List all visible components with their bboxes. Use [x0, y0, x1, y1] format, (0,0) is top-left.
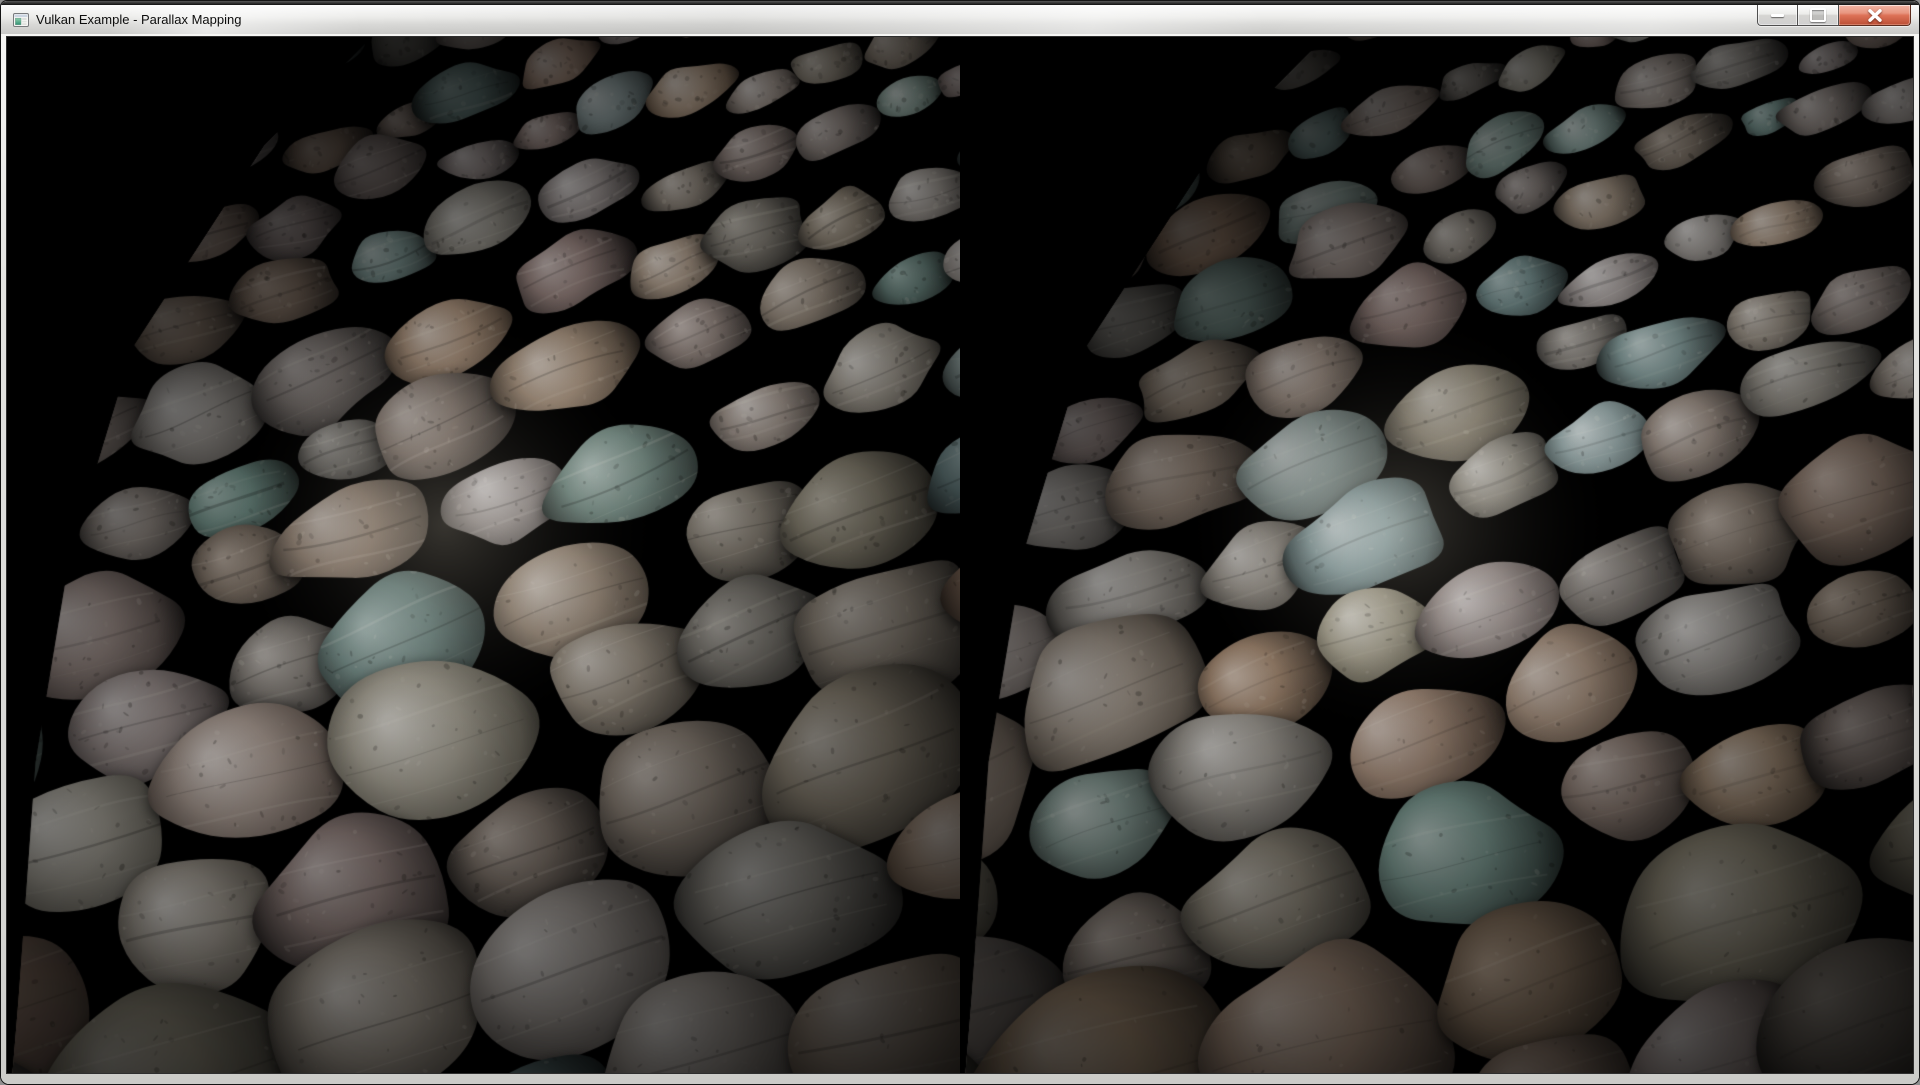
render-area	[6, 36, 1914, 1074]
titlebar-caption: Vulkan Example - Parallax Mapping	[1, 5, 241, 34]
window-title: Vulkan Example - Parallax Mapping	[36, 12, 241, 27]
parallax-mapped-view[interactable]	[7, 37, 960, 1073]
app-window: Vulkan Example - Parallax Mapping	[0, 0, 1920, 1085]
maximize-button[interactable]	[1798, 5, 1839, 26]
titlebar[interactable]: Vulkan Example - Parallax Mapping	[1, 1, 1919, 34]
maximize-icon	[1810, 8, 1826, 22]
window-frame	[1, 34, 1919, 1084]
normal-mapped-view[interactable]	[960, 37, 1913, 1073]
close-icon	[1867, 9, 1883, 22]
close-button[interactable]	[1839, 5, 1911, 26]
minimize-button[interactable]	[1757, 5, 1798, 26]
window-controls	[1757, 5, 1911, 26]
minimize-icon	[1771, 14, 1784, 17]
app-icon	[13, 12, 29, 28]
